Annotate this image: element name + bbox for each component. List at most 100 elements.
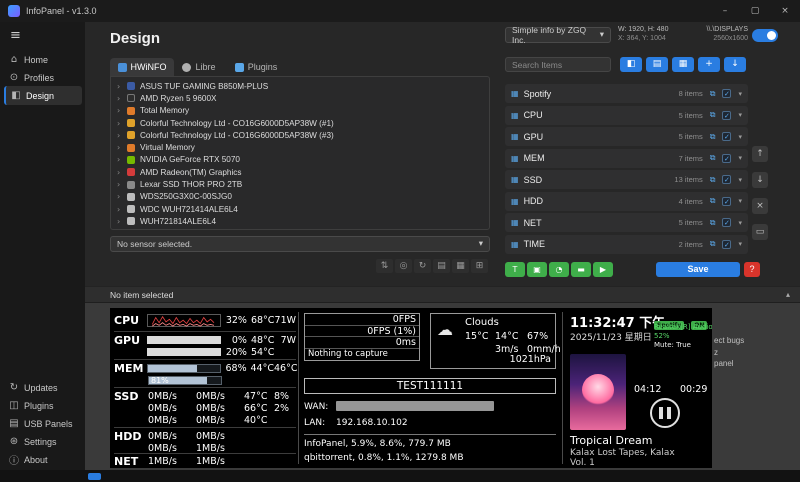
chevron-down-icon[interactable]: ▾ (738, 219, 742, 227)
close-button[interactable]: × (770, 0, 800, 22)
tree-toolbar-add-button[interactable]: ⊞ (471, 259, 488, 273)
chevron-down-icon[interactable]: ▾ (738, 240, 742, 248)
panel-preview-canvas[interactable]: CPU 32% 68°C 71W GPU 0% 48°C 7W 20% 54°C (110, 308, 712, 468)
group-checkbox[interactable]: ✓ (722, 175, 731, 184)
tree-toolbar-refresh-button[interactable]: ↻ (414, 259, 431, 273)
tree-toolbar-list-button[interactable]: ▤ (433, 259, 450, 273)
item-group-cpu[interactable]: ▦ CPU 5 items ⧉ ✓ ▾ (505, 106, 748, 125)
sensor-tree-item[interactable]: ›AMD Ryzen 5 9600X (111, 92, 489, 104)
item-group-ssd[interactable]: ▦ SSD 13 items ⧉ ✓ ▾ (505, 170, 748, 189)
chevron-down-icon[interactable]: ▾ (738, 197, 742, 205)
fps-value: 0FPS (305, 314, 419, 326)
group-checkbox[interactable]: ✓ (722, 111, 731, 120)
sensor-tree-item[interactable]: ›WDC WUH721414ALE6L4 (111, 203, 489, 215)
group-checkbox[interactable]: ✓ (722, 132, 731, 141)
chevron-right-icon: › (117, 192, 127, 201)
link-icon[interactable]: ⧉ (710, 89, 716, 99)
sensor-tree-item[interactable]: ›Lexar SSD THOR PRO 2TB (111, 178, 489, 190)
remove-button[interactable]: × (752, 198, 768, 214)
move-down-button[interactable]: ↓ (752, 172, 768, 188)
sensor-tree-item[interactable]: ›Colorful Technology Ltd - CO16G6000D5AP… (111, 129, 489, 141)
clock-media-column: 11:32:47 下午 2025/11/23 星期日 Spotify ON Re… (566, 308, 712, 468)
sidebar-item-usb-panels[interactable]: ▤ USB Panels (4, 414, 82, 433)
tab-hwinfo[interactable]: HWiNFO (110, 58, 174, 76)
audio-volume: 52% (654, 332, 670, 340)
sensor-tree-item[interactable]: ›WUH721814ALE6L4 (111, 215, 489, 227)
trash-icon[interactable]: ▭ (752, 224, 768, 240)
window-title: InfoPanel - v1.3.0 (26, 6, 97, 16)
add-gauge-button[interactable]: ◔ (549, 262, 569, 277)
add-bar-button[interactable]: ▬ (571, 262, 591, 277)
item-group-hdd[interactable]: ▦ HDD 4 items ⧉ ✓ ▾ (505, 192, 748, 211)
link-icon[interactable]: ⧉ (710, 132, 716, 142)
sensor-tree-item[interactable]: ›ASUS TUF GAMING B850M-PLUS (111, 80, 489, 92)
chevron-right-icon: › (117, 119, 127, 128)
chevron-down-icon[interactable]: ▾ (738, 90, 742, 98)
panel-action-style-button[interactable]: ◧ (620, 57, 642, 72)
sidebar-item-plugins[interactable]: ◫ Plugins (4, 396, 82, 415)
link-icon[interactable]: ⧉ (710, 218, 716, 228)
sensor-tree-item[interactable]: ›Colorful Technology Ltd - CO16G6000D5AP… (111, 117, 489, 129)
sensor-select[interactable]: No sensor selected. ▾ (110, 236, 490, 252)
add-text-button[interactable]: T (505, 262, 525, 277)
item-group-net[interactable]: ▦ NET 5 items ⧉ ✓ ▾ (505, 213, 748, 232)
sensor-label: NVIDIA GeForce RTX 5070 (140, 155, 240, 164)
sidebar-item-updates[interactable]: ↻ Updates (4, 378, 82, 397)
item-group-mem[interactable]: ▦ MEM 7 items ⧉ ✓ ▾ (505, 149, 748, 168)
tab-libre[interactable]: Libre (176, 58, 222, 76)
tab-plugins[interactable]: Plugins (226, 58, 286, 76)
chevron-down-icon[interactable]: ▾ (738, 176, 742, 184)
sensor-tree-item[interactable]: ›AMD Radeon(TM) Graphics (111, 166, 489, 178)
panel-action-add-button[interactable]: + (698, 57, 720, 72)
sensor-tree-item[interactable]: ›Virtual Memory (111, 141, 489, 153)
weather-humidity: 67% (527, 331, 548, 342)
search-input[interactable] (505, 57, 611, 72)
sidebar-item-design[interactable]: ◧ Design (4, 86, 82, 105)
item-group-spotify[interactable]: ▦ Spotify 8 items ⧉ ✓ ▾ (505, 84, 748, 103)
minimize-button[interactable]: – (710, 0, 740, 22)
link-icon[interactable]: ⧉ (710, 175, 716, 185)
sensor-tree-item[interactable]: ›WDS250G3X0C-00SJG0 (111, 191, 489, 203)
chevron-right-icon: › (117, 155, 127, 164)
move-up-button[interactable]: ↑ (752, 146, 768, 162)
gpu-row: GPU 0% 48°C 7W (114, 334, 296, 346)
tree-toolbar-grid-button[interactable]: ▦ (452, 259, 469, 273)
link-icon[interactable]: ⧉ (710, 153, 716, 163)
chevron-down-icon[interactable]: ▾ (738, 133, 742, 141)
panel-action-layers-button[interactable]: ▤ (646, 57, 668, 72)
link-icon[interactable]: ⧉ (710, 239, 716, 249)
sidebar-item-home[interactable]: ⌂ Home (4, 50, 82, 69)
sensor-tree-item[interactable]: ›Total Memory (111, 105, 489, 117)
group-checkbox[interactable]: ✓ (722, 154, 731, 163)
group-checkbox[interactable]: ✓ (722, 197, 731, 206)
sidebar-item-about[interactable]: ⓘ About (4, 450, 82, 469)
toggle-knob (767, 31, 776, 40)
taskbar-app-indicator[interactable] (88, 473, 101, 480)
chevron-down-icon[interactable]: ▾ (738, 111, 742, 119)
tree-toolbar-view-button[interactable]: ◎ (395, 259, 412, 273)
link-icon[interactable]: ⧉ (710, 110, 716, 120)
group-checkbox[interactable]: ✓ (722, 89, 731, 98)
group-checkbox[interactable]: ✓ (722, 240, 731, 249)
panel-action-grid-button[interactable]: ▦ (672, 57, 694, 72)
help-button[interactable]: ? (744, 262, 760, 277)
run-button[interactable]: ▶ (593, 262, 613, 277)
maximize-button[interactable]: ▢ (740, 0, 770, 22)
group-count: 5 items (679, 111, 703, 120)
item-group-gpu[interactable]: ▦ GPU 5 items ⧉ ✓ ▾ (505, 127, 748, 146)
link-icon[interactable]: ⧉ (710, 196, 716, 206)
tree-toolbar-sort-button[interactable]: ⇅ (376, 259, 393, 273)
sidebar-item-settings[interactable]: ⊛ Settings (4, 432, 82, 451)
sidebar-item-profiles[interactable]: ⊙ Profiles (4, 68, 82, 87)
menu-icon[interactable]: ≡ (10, 28, 21, 43)
profile-select[interactable]: Simple info by ZGQ Inc. ▾ (505, 27, 611, 43)
display-toggle[interactable] (752, 29, 778, 42)
collapse-icon[interactable]: ▴ (786, 290, 790, 299)
panel-action-import-button[interactable]: ↓ (724, 57, 746, 72)
add-image-button[interactable]: ▣ (527, 262, 547, 277)
save-button[interactable]: Save (656, 262, 740, 277)
group-checkbox[interactable]: ✓ (722, 218, 731, 227)
sensor-tree-item[interactable]: › NVIDIA GeForce RTX 5070 (111, 154, 489, 166)
item-group-time[interactable]: ▦ TIME 2 items ⧉ ✓ ▾ (505, 235, 748, 254)
chevron-down-icon[interactable]: ▾ (738, 154, 742, 162)
